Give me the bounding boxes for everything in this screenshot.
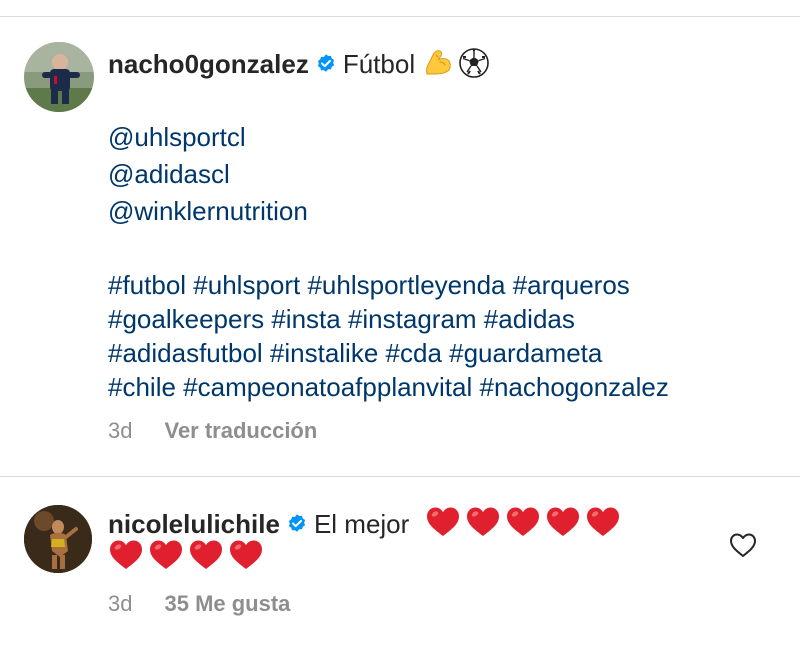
- heart-outline-icon[interactable]: [729, 532, 757, 558]
- red-heart-emoji: [425, 505, 461, 547]
- username-link[interactable]: nacho0gonzalez: [108, 49, 309, 79]
- reply-text: El mejor: [313, 509, 410, 539]
- red-heart-emoji: [148, 538, 184, 580]
- flexed-biceps-emoji: [422, 47, 454, 87]
- caption-meta: 3d Ver traducción: [108, 417, 317, 445]
- verified-badge-icon: [315, 49, 337, 72]
- caption-timestamp: 3d: [108, 418, 133, 443]
- top-divider: [0, 16, 800, 17]
- likes-count-button[interactable]: 35 Me gusta: [164, 591, 290, 616]
- red-heart-emoji: [108, 538, 144, 580]
- avatar-nicolelulichile[interactable]: [24, 505, 92, 573]
- caption-header: nacho0gonzalez Fútbol: [108, 47, 490, 87]
- hashtag-line-4[interactable]: #chile #campeonatoafpplanvital #nachogon…: [108, 370, 669, 404]
- mention-winklernutrition[interactable]: @winklernutrition: [108, 194, 308, 228]
- hearts-row-2: [108, 538, 268, 580]
- red-heart-emoji: [188, 538, 224, 580]
- soccer-ball-emoji: [458, 47, 490, 87]
- see-translation-button[interactable]: Ver traducción: [164, 418, 317, 443]
- mention-adidascl[interactable]: @adidascl: [108, 157, 230, 191]
- mention-uhlsportcl[interactable]: @uhlsportcl: [108, 120, 246, 154]
- verified-badge-icon: [286, 509, 308, 532]
- hashtag-line-1[interactable]: #futbol #uhlsport #uhlsportleyenda #arqu…: [108, 268, 630, 302]
- username-link[interactable]: nicolelulichile: [108, 509, 280, 539]
- red-heart-emoji: [585, 505, 621, 547]
- hearts-row-1: [425, 507, 625, 539]
- avatar-nacho0gonzalez[interactable]: [24, 42, 94, 112]
- red-heart-emoji: [545, 505, 581, 547]
- hashtag-line-2[interactable]: #goalkeepers #insta #instagram #adidas: [108, 302, 575, 336]
- comment-divider: [0, 476, 800, 477]
- reply-meta: 3d 35 Me gusta: [108, 590, 290, 618]
- red-heart-emoji: [228, 538, 264, 580]
- red-heart-emoji: [505, 505, 541, 547]
- hashtag-line-3[interactable]: #adidasfutbol #instalike #cda #guardamet…: [108, 336, 602, 370]
- red-heart-emoji: [465, 505, 501, 547]
- caption-text: Fútbol: [342, 49, 416, 79]
- reply-timestamp: 3d: [108, 591, 133, 616]
